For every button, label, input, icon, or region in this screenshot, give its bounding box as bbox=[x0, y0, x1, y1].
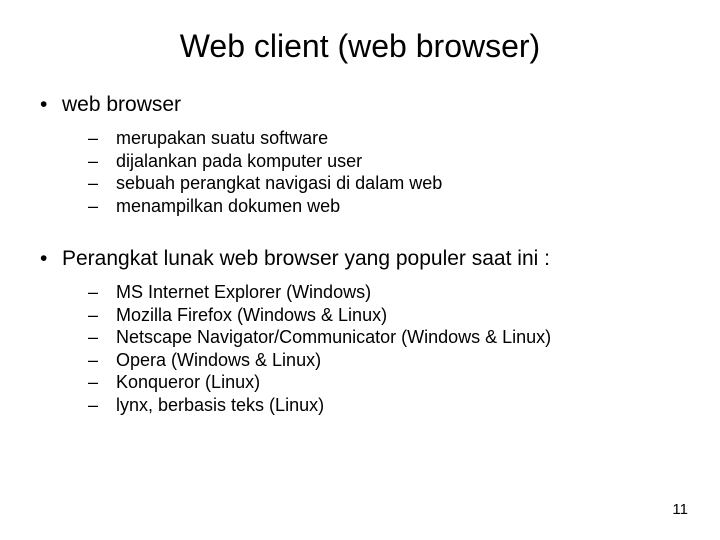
list-item-text: Mozilla Firefox (Windows & Linux) bbox=[116, 304, 387, 327]
list-item: –sebuah perangkat navigasi di dalam web bbox=[88, 172, 688, 195]
list-item-text: Opera (Windows & Linux) bbox=[116, 349, 321, 372]
list-item-text: merupakan suatu software bbox=[116, 127, 328, 150]
page-number: 11 bbox=[672, 501, 688, 518]
dash-icon: – bbox=[88, 172, 116, 195]
sub-list: –merupakan suatu software –dijalankan pa… bbox=[88, 127, 688, 217]
sub-list: –MS Internet Explorer (Windows) –Mozilla… bbox=[88, 281, 688, 416]
dash-icon: – bbox=[88, 281, 116, 304]
dash-icon: – bbox=[88, 349, 116, 372]
list-item-text: Netscape Navigator/Communicator (Windows… bbox=[116, 326, 551, 349]
bullet-heading: web browser bbox=[62, 93, 181, 116]
dash-icon: – bbox=[88, 326, 116, 349]
list-item: –Opera (Windows & Linux) bbox=[88, 349, 688, 372]
list-item: –menampilkan dokumen web bbox=[88, 195, 688, 218]
list-item: –MS Internet Explorer (Windows) bbox=[88, 281, 688, 304]
list-item: –Mozilla Firefox (Windows & Linux) bbox=[88, 304, 688, 327]
dash-icon: – bbox=[88, 150, 116, 173]
dash-icon: – bbox=[88, 127, 116, 150]
dash-icon: – bbox=[88, 304, 116, 327]
bullet-level1: •web browser bbox=[40, 93, 688, 117]
list-item-text: MS Internet Explorer (Windows) bbox=[116, 281, 371, 304]
list-item-text: menampilkan dokumen web bbox=[116, 195, 340, 218]
list-item: –lynx, berbasis teks (Linux) bbox=[88, 394, 688, 417]
list-item: –Konqueror (Linux) bbox=[88, 371, 688, 394]
list-item-text: lynx, berbasis teks (Linux) bbox=[116, 394, 324, 417]
dash-icon: – bbox=[88, 394, 116, 417]
list-item: –merupakan suatu software bbox=[88, 127, 688, 150]
bullet-heading: Perangkat lunak web browser yang populer… bbox=[62, 247, 550, 270]
bullet-level1: •Perangkat lunak web browser yang popule… bbox=[40, 247, 688, 271]
list-item-text: sebuah perangkat navigasi di dalam web bbox=[116, 172, 442, 195]
bullet-glyph: • bbox=[40, 247, 62, 271]
bullet-glyph: • bbox=[40, 93, 62, 117]
list-item: –Netscape Navigator/Communicator (Window… bbox=[88, 326, 688, 349]
dash-icon: – bbox=[88, 195, 116, 218]
dash-icon: – bbox=[88, 371, 116, 394]
list-item-text: Konqueror (Linux) bbox=[116, 371, 260, 394]
list-item-text: dijalankan pada komputer user bbox=[116, 150, 362, 173]
slide-title: Web client (web browser) bbox=[32, 28, 688, 65]
list-item: –dijalankan pada komputer user bbox=[88, 150, 688, 173]
